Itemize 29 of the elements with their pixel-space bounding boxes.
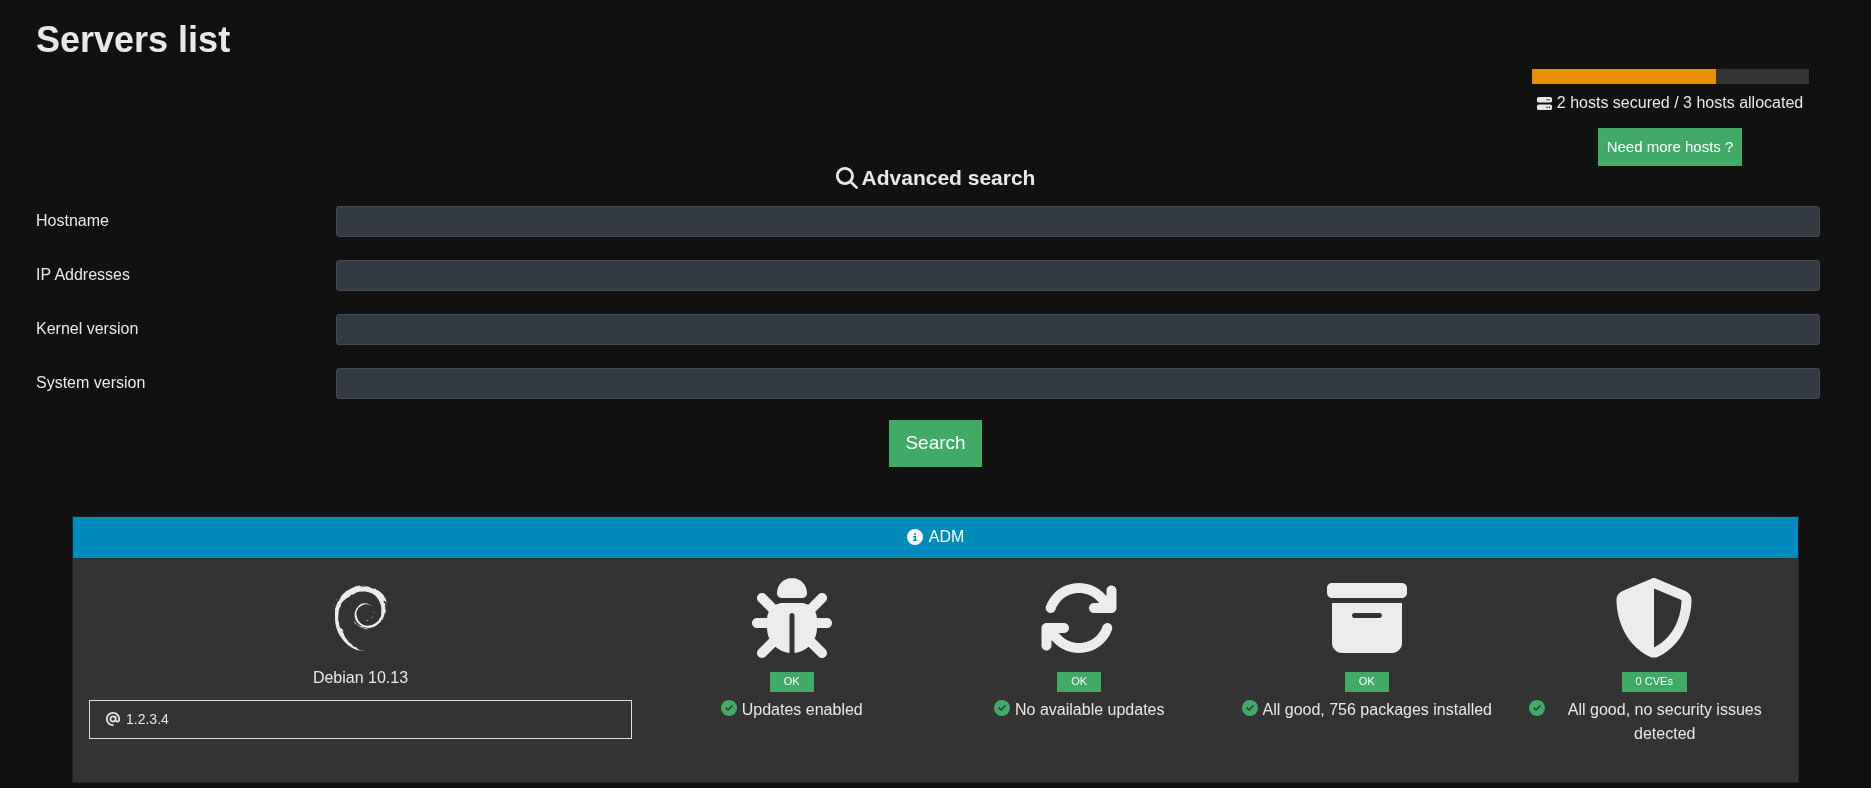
input-field[interactable] xyxy=(336,313,1820,345)
search-icon xyxy=(835,166,858,189)
status-badge: OK xyxy=(1344,671,1389,692)
input-field[interactable] xyxy=(336,367,1820,399)
input-field[interactable] xyxy=(336,205,1820,237)
ip-address: 1.2.3.4 xyxy=(126,709,169,729)
status-text: All good, no security issues detected xyxy=(1566,699,1763,744)
at-icon xyxy=(106,712,120,726)
status-badge: 0 CVEs xyxy=(1621,671,1687,692)
need-more-hosts-button[interactable]: Need more hosts ? xyxy=(1597,128,1743,166)
status-badge: OK xyxy=(1057,671,1102,692)
info-icon xyxy=(906,529,923,545)
search-button[interactable]: Search xyxy=(889,419,982,467)
field-label: IP Addresses xyxy=(36,265,131,285)
server-name: ADM xyxy=(928,527,965,547)
server-icon xyxy=(1536,95,1552,111)
field-label: System version xyxy=(36,373,147,393)
os-version: Debian 10.13 xyxy=(312,667,409,688)
input-field[interactable] xyxy=(336,259,1820,291)
status-text: All good, 756 packages installed xyxy=(1262,699,1492,720)
bug-icon xyxy=(751,577,832,658)
hosts-summary: 2 hosts secured / 3 hosts allocated xyxy=(1556,93,1804,113)
status-text: No available updates xyxy=(1015,699,1165,720)
status-badge: OK xyxy=(769,671,814,692)
page-title: Servers list xyxy=(36,22,231,62)
field-label: Kernel version xyxy=(36,319,140,339)
section-title: Advanced search xyxy=(861,165,1036,191)
status-text: Updates enabled xyxy=(741,699,863,720)
field-label: Hostname xyxy=(36,211,110,231)
